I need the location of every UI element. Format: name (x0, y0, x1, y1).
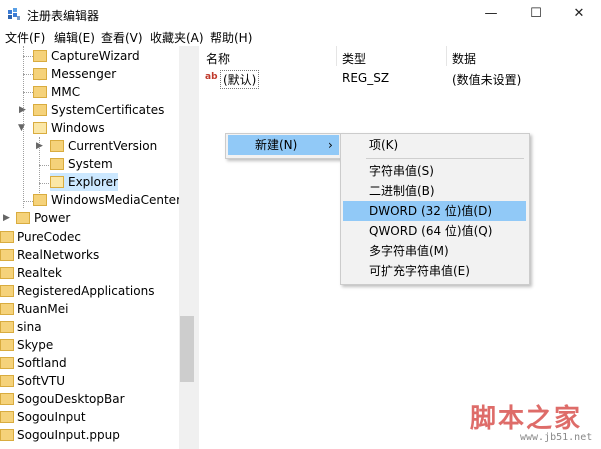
submenu-binary-label: 二进制值(B) (369, 184, 435, 198)
folder-icon (0, 339, 14, 351)
submenu-qword-value[interactable]: QWORD (64 位)值(Q) (343, 221, 526, 241)
folder-icon (0, 411, 14, 423)
folder-icon (0, 375, 14, 387)
chevron-right-icon[interactable]: ▶ (19, 105, 26, 115)
tree-item-realnetworks[interactable]: RealNetworks (17, 246, 99, 264)
tree-item-sogouinput-ppup[interactable]: SogouInput.ppup (17, 426, 120, 444)
submenu-multi-string-label: 多字符串值(M) (369, 244, 449, 258)
tree-item-capturewizard[interactable]: CaptureWizard (51, 47, 140, 65)
menu-edit[interactable]: 编辑(E) (54, 29, 95, 46)
menu-file[interactable]: 文件(F) (5, 29, 45, 46)
folder-icon (33, 68, 47, 80)
folder-icon (0, 249, 14, 261)
submenu-key-label: 项(K) (369, 138, 399, 152)
folder-icon (16, 212, 30, 224)
submenu-string-value[interactable]: 字符串值(S) (343, 161, 526, 181)
chevron-right-icon[interactable]: ▶ (3, 213, 10, 223)
menu-separator (366, 158, 524, 159)
chevron-right-icon[interactable]: ▶ (36, 141, 43, 151)
tree-guide (39, 165, 49, 166)
tree-item-explorer[interactable]: Explorer (68, 173, 118, 191)
watermark-logo: 脚本之家 (470, 404, 583, 434)
tree-guide (39, 183, 49, 184)
context-menu-new[interactable]: 新建(N) › (228, 135, 339, 155)
window-title: 注册表编辑器 (27, 9, 100, 23)
tree-item-system[interactable]: System (68, 155, 113, 173)
tree-item-realtek[interactable]: Realtek (17, 264, 62, 282)
string-value-icon: ab (205, 72, 218, 82)
minimize-button[interactable]: — (469, 0, 513, 28)
submenu-dword-value[interactable]: DWORD (32 位)值(D) (343, 201, 526, 221)
watermark-url: www.jb51.net (520, 432, 593, 443)
folder-icon (33, 194, 47, 206)
tree-item-systemcertificates[interactable]: SystemCertificates (51, 101, 164, 119)
tree-guide (23, 56, 33, 57)
chevron-right-icon: › (328, 138, 333, 152)
tree-item-skype[interactable]: Skype (17, 336, 53, 354)
folder-icon (0, 429, 14, 441)
submenu-expandable-string-value[interactable]: 可扩充字符串值(E) (343, 261, 526, 281)
folder-icon (0, 321, 14, 333)
tree-item-registeredapplications[interactable]: RegisteredApplications (17, 282, 154, 300)
folder-icon (50, 158, 64, 170)
submenu-string-label: 字符串值(S) (369, 164, 434, 178)
value-row-data: (数值未设置) (452, 73, 522, 87)
menu-favorites[interactable]: 收藏夹(A) (150, 29, 204, 46)
column-header-data[interactable]: 数据 (452, 50, 476, 67)
column-header-type[interactable]: 类型 (342, 50, 366, 67)
submenu-expandable-string-label: 可扩充字符串值(E) (369, 264, 470, 278)
menu-help[interactable]: 帮助(H) (210, 29, 252, 46)
submenu-qword-label: QWORD (64 位)值(Q) (369, 224, 493, 238)
submenu-dword-label: DWORD (32 位)值(D) (369, 204, 492, 218)
menu-view[interactable]: 查看(V) (101, 29, 143, 46)
folder-icon (50, 140, 64, 152)
tree-item-windows[interactable]: Windows (51, 119, 105, 137)
submenu-binary-value[interactable]: 二进制值(B) (343, 181, 526, 201)
tree-item-purecodec[interactable]: PureCodec (17, 228, 81, 246)
tree-item-ruanmei[interactable]: RuanMei (17, 300, 68, 318)
column-divider[interactable] (446, 46, 447, 66)
tree-item-messenger[interactable]: Messenger (51, 65, 116, 83)
submenu-key[interactable]: 项(K) (343, 135, 526, 155)
folder-icon (33, 104, 47, 116)
folder-icon (0, 357, 14, 369)
folder-icon (33, 86, 47, 98)
tree-item-sina[interactable]: sina (17, 318, 42, 336)
tree-item-mmc[interactable]: MMC (51, 83, 80, 101)
title-bar: 注册表编辑器 — ☐ ✕ (0, 0, 601, 28)
menu-bar: 文件(F) 编辑(E) 查看(V) 收藏夹(A) 帮助(H) (0, 28, 601, 46)
column-divider[interactable] (336, 46, 337, 66)
value-row-type: REG_SZ (342, 71, 390, 85)
folder-icon (0, 393, 14, 405)
value-row-name[interactable]: (默认) (220, 70, 260, 89)
regedit-icon (8, 8, 20, 20)
tree-guide (23, 92, 33, 93)
chevron-down-icon[interactable]: ▼ (18, 123, 25, 133)
tree-item-power[interactable]: Power (34, 209, 70, 227)
tree-item-softvtu[interactable]: SoftVTU (17, 372, 65, 390)
tree-scrollbar-thumb[interactable] (180, 316, 194, 382)
folder-open-icon (50, 176, 64, 188)
context-menu-new-label: 新建(N) (255, 138, 298, 152)
column-header-name[interactable]: 名称 (206, 50, 230, 67)
folder-icon (0, 231, 14, 243)
tree-item-currentversion[interactable]: CurrentVersion (68, 137, 157, 155)
tree-item-softland[interactable]: Softland (17, 354, 67, 372)
folder-open-icon (33, 122, 47, 134)
tree-guide (23, 201, 33, 202)
maximize-button[interactable]: ☐ (514, 0, 558, 28)
submenu-multi-string-value[interactable]: 多字符串值(M) (343, 241, 526, 261)
tree-scrollbar[interactable] (179, 46, 195, 449)
tree-item-windowsmediacenter[interactable]: WindowsMediaCenter (51, 191, 181, 209)
tree-item-sogoudesktopbar[interactable]: SogouDesktopBar (17, 390, 125, 408)
tree-guide (23, 74, 33, 75)
tree-item-sogouinput[interactable]: SogouInput (17, 408, 86, 426)
folder-icon (0, 267, 14, 279)
close-button[interactable]: ✕ (557, 0, 601, 28)
folder-icon (0, 303, 14, 315)
folder-icon (33, 50, 47, 62)
folder-icon (0, 285, 14, 297)
